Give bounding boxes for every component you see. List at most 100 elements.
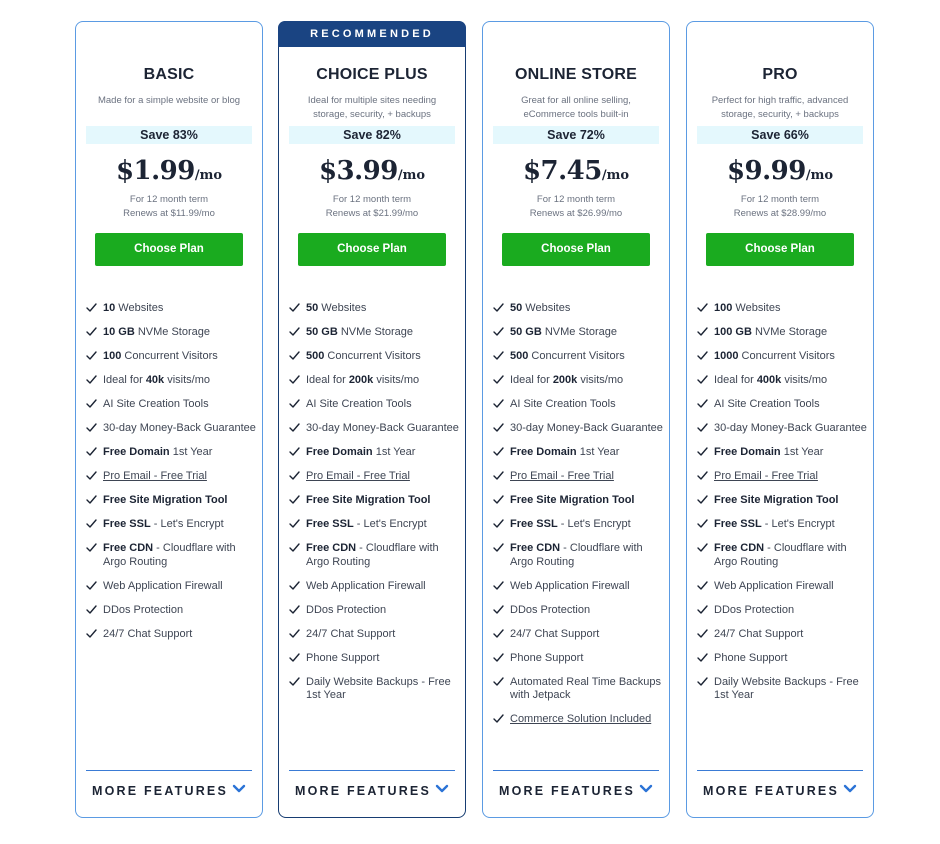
feature-text: Websites bbox=[318, 302, 367, 314]
save-badge: Save 82% bbox=[289, 126, 455, 144]
more-features-toggle[interactable]: MORE FEATURES bbox=[76, 784, 262, 798]
check-icon bbox=[86, 302, 98, 315]
feature-text: - Let's Encrypt bbox=[353, 518, 427, 530]
check-icon bbox=[289, 494, 301, 507]
plan-title: CHOICE PLUS bbox=[316, 66, 428, 83]
feature-text: visits/mo bbox=[577, 374, 624, 386]
feature-highlight: 100 bbox=[714, 302, 733, 314]
recommended-banner: RECOMMENDED bbox=[278, 21, 466, 47]
feature-item: Free CDN - Cloudflare with Argo Routing bbox=[697, 542, 867, 569]
check-icon bbox=[289, 652, 301, 665]
feature-highlight: 200k bbox=[552, 374, 578, 386]
feature-item: Free Site Migration Tool bbox=[86, 494, 256, 508]
plan-description: Perfect for high traffic, advanced stora… bbox=[711, 95, 849, 120]
choose-plan-button[interactable]: Choose Plan bbox=[95, 233, 243, 266]
feature-text: Concurrent Visitors bbox=[324, 350, 421, 362]
feature-highlight: 50 GB bbox=[510, 326, 542, 338]
feature-text: 24/7 Chat Support bbox=[714, 627, 804, 640]
feature-highlight: 400k bbox=[756, 374, 782, 386]
check-icon bbox=[697, 422, 709, 435]
feature-text: 1st Year bbox=[576, 446, 620, 458]
feature-item: Ideal for 400k visits/mo bbox=[697, 374, 867, 388]
feature-item: 100 GB NVMe Storage bbox=[697, 326, 867, 340]
feature-text: AI Site Creation Tools bbox=[510, 398, 616, 410]
feature-item: DDos Protection bbox=[86, 604, 256, 618]
plan-title: BASIC bbox=[143, 66, 195, 83]
more-features-label: MORE FEATURES bbox=[702, 784, 839, 798]
feature-highlight: 500 bbox=[510, 350, 529, 362]
term-length: For 12 month term bbox=[536, 194, 616, 205]
choose-plan-button[interactable]: Choose Plan bbox=[502, 233, 650, 266]
feature-text: Ideal for bbox=[510, 374, 553, 386]
feature-item: DDos Protection bbox=[697, 604, 867, 618]
check-icon bbox=[86, 542, 98, 555]
feature-text: Ideal for bbox=[714, 374, 757, 386]
feature-item: 50 GB NVMe Storage bbox=[493, 326, 663, 340]
feature-link[interactable]: Pro Email - Free Trial bbox=[306, 470, 410, 482]
check-icon bbox=[493, 518, 505, 531]
feature-item: Automated Real Time Backups with Jetpack bbox=[493, 676, 663, 703]
more-features-toggle[interactable]: MORE FEATURES bbox=[687, 784, 873, 798]
feature-item: Ideal for 200k visits/mo bbox=[289, 374, 459, 388]
term-length: For 12 month term bbox=[740, 194, 820, 205]
check-icon bbox=[86, 374, 98, 387]
feature-text: visits/mo bbox=[373, 374, 420, 386]
feature-item: 10 Websites bbox=[86, 302, 256, 316]
feature-item: Web Application Firewall bbox=[86, 580, 256, 594]
feature-text: Web Application Firewall bbox=[510, 579, 630, 592]
check-icon bbox=[289, 422, 301, 435]
feature-highlight: 40k bbox=[145, 374, 165, 386]
feature-item[interactable]: Pro Email - Free Trial bbox=[86, 470, 256, 484]
feature-text: Concurrent Visitors bbox=[738, 350, 835, 362]
plan-card-online-store: ONLINE STORE Great for all online sellin… bbox=[482, 21, 670, 818]
feature-link[interactable]: Pro Email - Free Trial bbox=[103, 470, 207, 482]
choose-plan-button[interactable]: Choose Plan bbox=[706, 233, 854, 266]
feature-link[interactable]: Commerce Solution Included bbox=[510, 713, 651, 725]
check-icon bbox=[289, 542, 301, 555]
feature-highlight: Free Site Migration Tool bbox=[306, 494, 431, 506]
feature-highlight: 50 bbox=[306, 302, 319, 314]
check-icon bbox=[289, 326, 301, 339]
more-features-toggle[interactable]: MORE FEATURES bbox=[483, 784, 669, 798]
feature-highlight: Free Site Migration Tool bbox=[103, 494, 228, 506]
plan-card-pro: PRO Perfect for high traffic, advanced s… bbox=[686, 21, 874, 818]
price-period: /mo bbox=[805, 168, 834, 183]
feature-item[interactable]: Commerce Solution Included bbox=[493, 713, 663, 727]
feature-text: Phone Support bbox=[714, 651, 788, 664]
feature-link[interactable]: Pro Email - Free Trial bbox=[510, 470, 614, 482]
choose-plan-button[interactable]: Choose Plan bbox=[298, 233, 446, 266]
feature-text: - Let's Encrypt bbox=[557, 518, 631, 530]
feature-item: Free Domain 1st Year bbox=[289, 446, 459, 460]
check-icon bbox=[493, 302, 505, 315]
feature-text: AI Site Creation Tools bbox=[714, 398, 820, 410]
more-features-toggle[interactable]: MORE FEATURES bbox=[279, 784, 465, 798]
check-icon bbox=[289, 518, 301, 531]
feature-item[interactable]: Pro Email - Free Trial bbox=[493, 470, 663, 484]
feature-highlight: Free Domain bbox=[510, 446, 577, 458]
feature-item: 50 Websites bbox=[289, 302, 459, 316]
feature-item[interactable]: Pro Email - Free Trial bbox=[289, 470, 459, 484]
feature-item: Free Site Migration Tool bbox=[697, 494, 867, 508]
feature-highlight: 10 GB bbox=[103, 326, 135, 338]
feature-text: Daily Website Backups - Free 1st Year bbox=[714, 675, 859, 702]
check-icon bbox=[697, 604, 709, 617]
chevron-down-icon bbox=[639, 783, 653, 797]
feature-text: NVMe Storage bbox=[751, 326, 828, 338]
save-badge: Save 72% bbox=[493, 126, 659, 144]
price-period: /mo bbox=[601, 168, 630, 183]
check-icon bbox=[697, 374, 709, 387]
divider bbox=[697, 770, 863, 771]
plan-description: Ideal for multiple sites needing storage… bbox=[307, 95, 437, 120]
feature-link[interactable]: Pro Email - Free Trial bbox=[714, 470, 818, 482]
check-icon bbox=[86, 326, 98, 339]
feature-item[interactable]: Pro Email - Free Trial bbox=[697, 470, 867, 484]
feature-item: 500 Concurrent Visitors bbox=[493, 350, 663, 364]
check-icon bbox=[289, 350, 301, 363]
feature-highlight: 10 bbox=[103, 302, 116, 314]
feature-text: - Let's Encrypt bbox=[150, 518, 224, 530]
feature-text: DDos Protection bbox=[103, 603, 184, 616]
check-icon bbox=[697, 350, 709, 363]
feature-text: visits/mo bbox=[164, 374, 211, 386]
feature-item: AI Site Creation Tools bbox=[697, 398, 867, 412]
feature-text: Ideal for bbox=[306, 374, 349, 386]
